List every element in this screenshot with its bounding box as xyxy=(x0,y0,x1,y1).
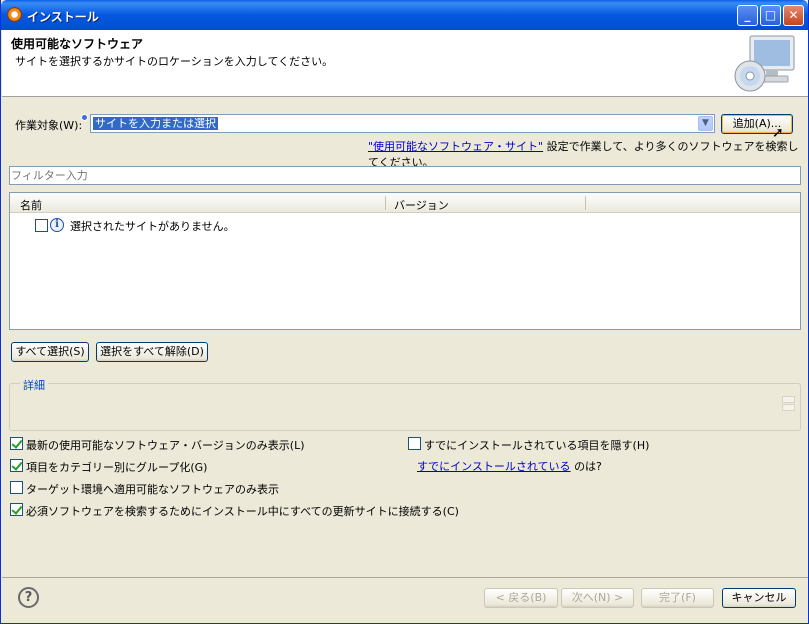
contact-all-sites-checkbox[interactable] xyxy=(10,503,23,516)
maximize-button[interactable]: □ xyxy=(760,5,781,26)
target-env-label[interactable]: ターゲット環境へ適用可能なソフトウェアのみ表示 xyxy=(26,481,279,497)
already-installed-hint: すでにインストールされている のは? xyxy=(417,458,602,474)
install-software-icon xyxy=(734,35,795,92)
work-with-label: 作業対象(W): xyxy=(15,119,83,132)
site-combo[interactable]: サイトを入力または選択 ▼ xyxy=(90,114,715,133)
column-version[interactable]: バージョン xyxy=(394,197,449,213)
available-sites-link[interactable]: "使用可能なソフトウェア・サイト" xyxy=(368,140,543,153)
group-by-category-checkbox[interactable] xyxy=(10,459,23,472)
back-button[interactable]: < 戻る(B) xyxy=(484,588,558,608)
page-description: サイトを選択するかサイトのロケーションを入力してください。 xyxy=(15,55,334,68)
title-bar[interactable]: インストール _ □ ✕ xyxy=(1,0,808,30)
install-dialog: インストール _ □ ✕ 使用可能なソフトウェア サイトを選択するかサイトのロケ… xyxy=(0,0,809,624)
group-by-category-label[interactable]: 項目をカテゴリー別にグループ化(G) xyxy=(26,459,207,475)
scroll-up-icon[interactable] xyxy=(782,396,795,403)
info-icon: i xyxy=(50,218,64,232)
deselect-all-button[interactable]: 選択をすべて解除(D) xyxy=(96,342,208,362)
page-title: 使用可能なソフトウェア xyxy=(11,37,144,51)
wizard-banner: 使用可能なソフトウェア サイトを選択するかサイトのロケーションを入力してください… xyxy=(2,30,808,97)
cancel-button[interactable]: キャンセル xyxy=(722,588,796,608)
finish-button[interactable]: 完了(F) xyxy=(641,588,714,608)
maximize-icon: □ xyxy=(764,8,777,22)
hide-installed-checkbox[interactable] xyxy=(408,437,421,450)
latest-only-checkbox[interactable] xyxy=(10,437,23,450)
help-icon[interactable]: ? xyxy=(18,587,39,608)
tree-header: 名前 バージョン xyxy=(10,193,800,213)
column-name[interactable]: 名前 xyxy=(20,197,42,213)
chevron-down-icon[interactable]: ▼ xyxy=(698,116,713,131)
tree-row-checkbox[interactable] xyxy=(35,219,48,232)
footer-divider xyxy=(2,577,808,578)
select-all-button[interactable]: すべて選択(S) xyxy=(11,342,89,362)
target-env-checkbox[interactable] xyxy=(10,481,23,494)
hide-installed-label[interactable]: すでにインストールされている項目を隠す(H) xyxy=(424,437,649,453)
software-tree[interactable]: 名前 バージョン i 選択されたサイトがありません。 xyxy=(9,192,801,330)
site-combo-value[interactable]: サイトを入力または選択 xyxy=(93,117,218,130)
contact-all-sites-label[interactable]: 必須ソフトウェアを検索するためにインストール中にすべての更新サイトに接続する(C… xyxy=(26,503,459,519)
minimize-button[interactable]: _ xyxy=(737,5,758,26)
next-button[interactable]: 次へ(N) > xyxy=(561,588,634,608)
close-icon: ✕ xyxy=(788,8,799,22)
filter-input[interactable] xyxy=(9,166,801,185)
eclipse-icon xyxy=(7,7,22,22)
details-scroll[interactable] xyxy=(782,396,795,412)
tree-row-label: 選択されたサイトがありません。 xyxy=(70,220,235,233)
column-divider[interactable] xyxy=(585,196,586,210)
details-title: 詳細 xyxy=(20,377,48,393)
latest-only-label[interactable]: 最新の使用可能なソフトウェア・バージョンのみ表示(L) xyxy=(26,437,305,453)
minimize-icon: _ xyxy=(744,8,751,22)
column-divider[interactable] xyxy=(385,196,386,210)
scroll-down-icon[interactable] xyxy=(782,404,795,411)
content-assist-icon xyxy=(81,114,88,121)
close-button[interactable]: ✕ xyxy=(783,5,804,26)
already-installed-suffix: のは? xyxy=(574,460,602,473)
window-title: インストール xyxy=(27,10,99,24)
details-group: 詳細 xyxy=(9,377,801,431)
already-installed-link[interactable]: すでにインストールされている xyxy=(417,460,571,473)
